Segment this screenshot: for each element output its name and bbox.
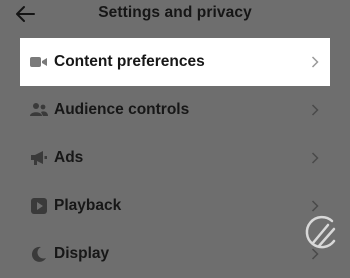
header: Settings and privacy [0,0,350,30]
menu-item-label: Audience controls [54,101,190,118]
chevron-right-icon [310,199,320,213]
menu-item-ads[interactable]: Ads [0,134,350,182]
menu-item-label: Playback [54,197,122,214]
menu-item-label: Ads [54,149,84,166]
menu-item-content-preferences[interactable]: Content preferences [20,38,330,86]
chevron-right-icon [310,151,320,165]
people-icon [30,101,48,119]
chevron-right-icon [310,103,320,117]
play-icon [30,197,48,215]
page-title: Settings and privacy [98,4,252,21]
chevron-right-icon [310,55,320,69]
menu-item-audience-controls[interactable]: Audience controls [0,86,350,134]
megaphone-icon [30,149,48,167]
video-camera-icon [30,53,48,71]
menu-item-display[interactable]: Display [0,230,350,278]
moon-icon [30,245,48,263]
menu-item-label: Display [54,245,110,262]
watermark-logo-icon [305,215,336,249]
menu-item-playback[interactable]: Playback [0,182,350,230]
menu-item-label: Content preferences [54,53,205,70]
